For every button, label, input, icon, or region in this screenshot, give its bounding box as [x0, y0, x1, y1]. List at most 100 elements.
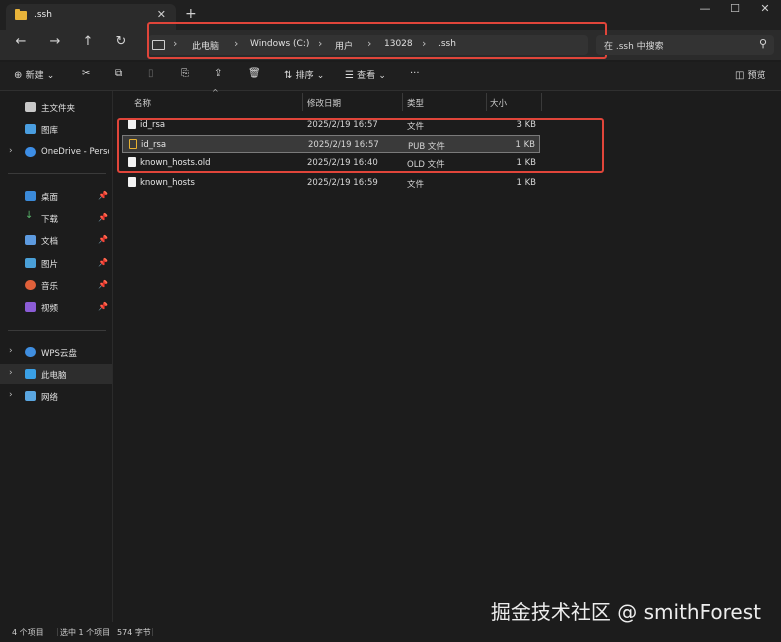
delete-icon[interactable]: 🗑	[248, 68, 261, 79]
search-input[interactable]: 在 .ssh 中搜索 ⚲	[596, 35, 774, 55]
pin-icon[interactable]: 📌	[98, 302, 108, 311]
preview-button[interactable]: ◫ 预览	[735, 68, 766, 81]
sidebar-item-home[interactable]: 主文件夹	[0, 97, 112, 117]
music-icon	[25, 280, 36, 290]
home-icon	[25, 102, 36, 112]
file-name: known_hosts	[140, 178, 195, 188]
preview-label: 预览	[747, 71, 766, 81]
pin-icon[interactable]: 📌	[98, 280, 108, 289]
close-window-button[interactable]: ✕	[750, 2, 780, 15]
chevron-right-icon[interactable]: ›	[9, 346, 13, 356]
file-size: 1 KB	[516, 178, 536, 188]
file-date: 2025/2/19 16:59	[307, 178, 378, 188]
column-header-name[interactable]: 名称	[134, 97, 151, 109]
copy-icon[interactable]: ⧉	[115, 68, 122, 79]
view-icon: ☰	[345, 70, 354, 81]
sidebar-item-label: 此电脑	[41, 371, 67, 381]
sidebar-item-label: 主文件夹	[41, 104, 76, 114]
cloud-icon	[25, 347, 36, 357]
column-divider[interactable]	[302, 93, 303, 111]
download-icon: ↓	[25, 210, 34, 221]
selected-size: 574 字节	[117, 628, 151, 637]
share-icon[interactable]: ⇪	[214, 68, 222, 79]
search-placeholder: 在 .ssh 中搜索	[604, 42, 664, 52]
column-divider[interactable]	[486, 93, 487, 111]
pin-icon[interactable]: 📌	[98, 258, 108, 267]
watermark: 掘金技术社区 @ smithForest	[490, 600, 761, 624]
file-icon	[128, 177, 136, 187]
sidebar-item-desktop[interactable]: 桌面 📌	[0, 186, 112, 206]
sidebar-divider	[8, 173, 106, 174]
view-button[interactable]: ☰ 查看 ⌄	[345, 68, 386, 81]
maximize-button[interactable]: ☐	[720, 2, 750, 15]
chevron-right-icon[interactable]: ›	[9, 368, 13, 378]
sidebar-item-gallery[interactable]: 图库	[0, 119, 112, 139]
sidebar-item-this-pc[interactable]: › 此电脑	[0, 364, 112, 384]
chevron-right-icon[interactable]: ›	[9, 390, 13, 400]
sidebar-item-documents[interactable]: 文档 📌	[0, 230, 112, 250]
status-divider: |	[151, 627, 154, 636]
pin-icon[interactable]: 📌	[98, 235, 108, 244]
sidebar-item-downloads[interactable]: ↓ 下载 📌	[0, 208, 112, 228]
pin-icon[interactable]: 📌	[98, 191, 108, 200]
minimize-button[interactable]: —	[690, 2, 720, 15]
sort-ascending-icon: ^	[212, 88, 219, 97]
sidebar-item-label: 网络	[41, 393, 59, 403]
sidebar-item-onedrive[interactable]: › OneDrive - Perso	[0, 142, 112, 162]
sort-button[interactable]: ⇅ 排序 ⌄	[284, 68, 324, 81]
back-button[interactable]: ←	[10, 34, 32, 49]
new-button[interactable]: ⊕ 新建 ⌄	[14, 68, 54, 81]
sidebar-item-label: 图库	[41, 126, 59, 136]
folder-icon	[15, 9, 27, 20]
plus-circle-icon: ⊕	[14, 70, 23, 81]
tab-close-icon[interactable]: ✕	[157, 8, 166, 21]
preview-pane-icon: ◫	[735, 70, 745, 81]
sidebar-item-videos[interactable]: 视频 📌	[0, 297, 112, 317]
column-header-size[interactable]: 大小	[490, 97, 507, 109]
sidebar-item-label: OneDrive - Perso	[41, 147, 109, 157]
column-divider[interactable]	[402, 93, 403, 111]
status-divider: |	[56, 627, 59, 636]
column-header-date[interactable]: 修改日期	[307, 97, 341, 109]
file-type: 文件	[407, 180, 425, 190]
column-divider[interactable]	[541, 93, 542, 111]
paste-icon[interactable]: ▯	[148, 68, 154, 79]
file-row[interactable]: known_hosts 2025/2/19 16:59 文件 1 KB	[122, 174, 540, 192]
desktop-icon	[25, 191, 36, 201]
annotation-box-files	[117, 118, 604, 173]
status-bar: 4 个项目 | 选中 1 个项目 574 字节 |	[0, 622, 781, 642]
sort-icon: ⇅	[284, 70, 293, 81]
item-count: 4 个项目	[12, 628, 44, 637]
chevron-down-icon: ⌄	[378, 71, 386, 81]
selected-count: 选中 1 个项目	[60, 628, 111, 637]
chevron-right-icon[interactable]: ›	[9, 146, 13, 156]
sidebar-divider	[8, 330, 106, 331]
chevron-down-icon: ⌄	[46, 71, 55, 81]
forward-button[interactable]: →	[44, 34, 66, 49]
refresh-button[interactable]: ↻	[110, 34, 132, 49]
up-button[interactable]: ↑	[77, 34, 99, 49]
pin-icon[interactable]: 📌	[98, 213, 108, 222]
sidebar-item-label: WPS云盘	[41, 349, 77, 359]
chevron-down-icon: ⌄	[316, 71, 325, 81]
search-icon: ⚲	[758, 37, 767, 50]
more-options-button[interactable]: ···	[410, 68, 420, 79]
sidebar-item-pictures[interactable]: 图片 📌	[0, 253, 112, 273]
picture-icon	[25, 258, 36, 268]
sidebar-item-wps-cloud[interactable]: › WPS云盘	[0, 342, 112, 362]
view-label: 查看	[357, 71, 376, 81]
annotation-box-address	[147, 22, 607, 59]
tab-title: .ssh	[34, 10, 52, 20]
column-header-type[interactable]: 类型	[407, 97, 424, 109]
video-icon	[25, 302, 36, 312]
new-tab-button[interactable]: +	[185, 6, 197, 22]
sidebar-item-network[interactable]: › 网络	[0, 386, 112, 406]
document-icon	[25, 235, 36, 245]
cut-icon[interactable]: ✂	[82, 68, 90, 79]
onedrive-icon	[25, 147, 36, 157]
new-label: 新建	[25, 71, 44, 81]
sort-label: 排序	[295, 71, 314, 81]
sidebar-item-music[interactable]: 音乐 📌	[0, 275, 112, 295]
rename-icon[interactable]: ⎘	[181, 68, 189, 79]
pc-icon	[25, 369, 36, 379]
